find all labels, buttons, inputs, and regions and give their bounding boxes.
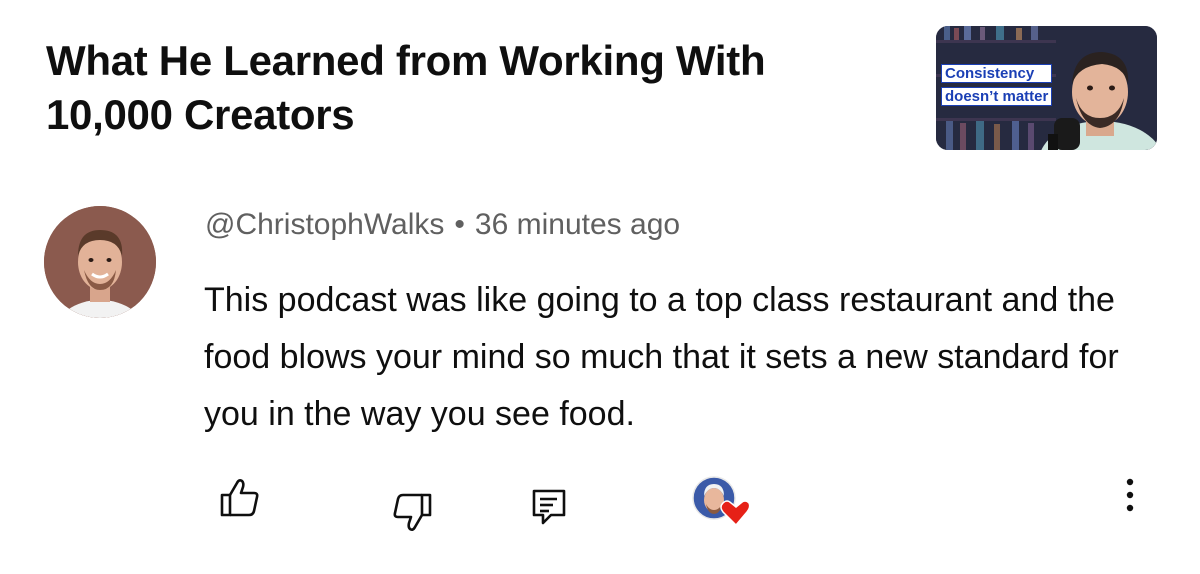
author-avatar-image	[44, 206, 156, 318]
reply-button[interactable]	[529, 487, 569, 527]
thumbs-up-icon	[220, 479, 259, 517]
like-button[interactable]	[218, 476, 262, 520]
more-options-button[interactable]	[1118, 476, 1142, 514]
video-thumbnail[interactable]: Consistency doesn’t matter	[936, 26, 1157, 150]
creator-heart-icon	[692, 476, 751, 527]
video-title[interactable]: What He Learned from Working With 10,000…	[46, 34, 886, 142]
creator-heart	[692, 476, 751, 528]
comment-meta: @ChristophWalks • 36 minutes ago	[205, 208, 680, 242]
comment-text: This podcast was like going to a top cla…	[204, 281, 1119, 433]
thumbs-down-icon	[393, 493, 432, 531]
more-vertical-icon	[1126, 478, 1134, 512]
author-avatar[interactable]	[44, 206, 156, 318]
dislike-button[interactable]	[390, 490, 434, 534]
thumbnail-caption-line-2: doesn’t matter	[941, 87, 1053, 106]
comment-timestamp[interactable]: 36 minutes ago	[475, 208, 680, 241]
thumbnail-caption-line-1: Consistency	[941, 64, 1053, 83]
reply-comment-icon	[532, 489, 566, 525]
comment-author[interactable]: @ChristophWalks	[205, 208, 444, 241]
meta-separator: •	[454, 208, 465, 241]
